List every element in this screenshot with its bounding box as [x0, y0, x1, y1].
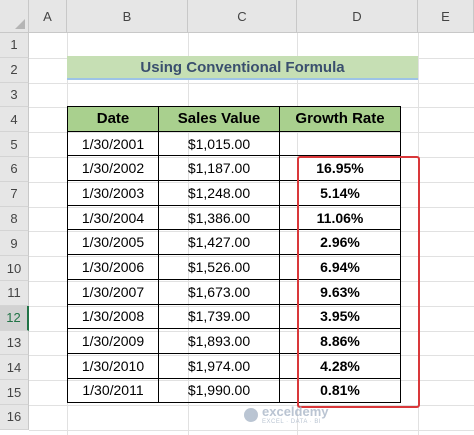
sales-value-cell[interactable]: $1,427.00: [158, 229, 280, 256]
growth-highlight-box: [297, 156, 420, 408]
row-header-13[interactable]: 13: [0, 330, 29, 356]
sales-value-cell[interactable]: $1,990.00: [158, 377, 280, 404]
gridline-horizontal: [29, 82, 474, 84]
sales-value-cell[interactable]: $1,015.00: [158, 130, 280, 157]
header-growth-rate[interactable]: Growth Rate: [279, 106, 401, 132]
date-cell[interactable]: 1/30/2004: [67, 204, 159, 231]
date-cell[interactable]: 1/30/2009: [67, 328, 159, 354]
date-cell[interactable]: 1/30/2005: [67, 229, 159, 256]
title-cell[interactable]: Using Conventional Formula: [67, 56, 418, 80]
sales-value-cell[interactable]: $1,386.00: [158, 204, 280, 231]
watermark-tagline: EXCEL · DATA · BI: [262, 419, 322, 425]
date-cell[interactable]: 1/30/2008: [67, 303, 159, 330]
date-cell[interactable]: 1/30/2011: [67, 377, 159, 404]
sales-value-cell[interactable]: $1,248.00: [158, 180, 280, 206]
spreadsheet: ABCDE 1 2 3 4 5 6 7 8 9 10 11 12 13 14 15 16 Using Conv…: [0, 0, 474, 435]
row-header-5[interactable]: 5: [0, 132, 29, 157]
exceldemy-logo-icon: [244, 407, 258, 422]
column-header-e[interactable]: E: [418, 0, 474, 33]
row-header-3[interactable]: 3: [0, 82, 29, 108]
row-header-6[interactable]: 6: [0, 157, 29, 182]
row-header-1[interactable]: 1: [0, 33, 29, 58]
column-header-b[interactable]: B: [67, 0, 188, 33]
row-header-16[interactable]: 16: [0, 405, 29, 430]
row-header-11[interactable]: 11: [0, 281, 29, 306]
date-cell[interactable]: 1/30/2002: [67, 155, 159, 182]
table-row: 1/30/2001 $1,015.00: [67, 130, 401, 157]
sales-value-cell[interactable]: $1,673.00: [158, 278, 280, 305]
row-header-2[interactable]: 2: [0, 57, 29, 83]
date-cell[interactable]: 1/30/2003: [67, 180, 159, 206]
row-header-9[interactable]: 9: [0, 231, 29, 257]
watermark-brand: exceldemy: [262, 404, 329, 419]
sales-value-cell[interactable]: $1,526.00: [158, 254, 280, 280]
row-header-8[interactable]: 8: [0, 206, 29, 232]
date-cell[interactable]: 1/30/2007: [67, 278, 159, 305]
row-header-7[interactable]: 7: [0, 181, 29, 207]
sales-value-cell[interactable]: $1,187.00: [158, 155, 280, 182]
date-cell[interactable]: 1/30/2006: [67, 254, 159, 280]
row-header-4[interactable]: 4: [0, 107, 29, 133]
header-date[interactable]: Date: [67, 106, 159, 132]
date-cell[interactable]: 1/30/2001: [67, 130, 159, 157]
gridline-horizontal: [29, 429, 474, 431]
row-header-12[interactable]: 12: [0, 305, 29, 331]
row-header-10[interactable]: 10: [0, 256, 29, 281]
growth-rate-cell[interactable]: [279, 130, 401, 157]
row-header-15[interactable]: 15: [0, 380, 29, 405]
sales-value-cell[interactable]: $1,893.00: [158, 328, 280, 354]
column-header-d[interactable]: D: [297, 0, 418, 33]
column-header-c[interactable]: C: [188, 0, 297, 33]
row-header-14[interactable]: 14: [0, 355, 29, 381]
watermark: exceldemy EXCEL · DATA · BI: [244, 404, 329, 425]
sales-value-cell[interactable]: $1,974.00: [158, 352, 280, 379]
date-cell[interactable]: 1/30/2010: [67, 352, 159, 379]
header-sales-value[interactable]: Sales Value: [158, 106, 280, 132]
sales-value-cell[interactable]: $1,739.00: [158, 303, 280, 330]
select-all-corner[interactable]: [0, 0, 29, 33]
title-text: Using Conventional Formula: [140, 58, 345, 76]
column-header-a[interactable]: A: [29, 0, 67, 33]
